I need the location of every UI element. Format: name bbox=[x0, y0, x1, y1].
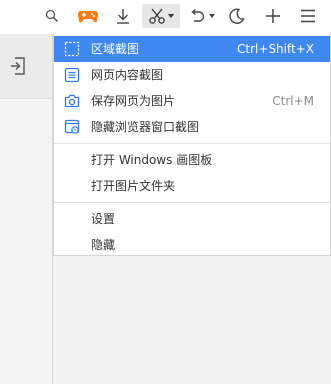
download-icon[interactable] bbox=[113, 4, 133, 28]
browser-toolbar bbox=[0, 0, 331, 34]
menu-item-label: 设置 bbox=[91, 212, 116, 226]
menu-item-save-page-as-image[interactable]: 保存网页为图片 Ctrl+M bbox=[54, 88, 330, 114]
page-content-icon bbox=[64, 67, 80, 83]
screenshot-button[interactable] bbox=[142, 4, 180, 28]
menu-item-hide-window-capture[interactable]: 隐藏浏览器窗口截图 bbox=[54, 114, 330, 140]
hidden-window-icon bbox=[64, 119, 80, 135]
plus-icon[interactable] bbox=[263, 4, 283, 28]
menu-item-settings[interactable]: 设置 bbox=[54, 206, 330, 232]
chevron-down-icon bbox=[168, 14, 174, 18]
menu-divider bbox=[54, 202, 330, 203]
menu-item-open-image-folder[interactable]: 打开图片文件夹 bbox=[54, 173, 330, 199]
exit-panel-icon[interactable] bbox=[9, 56, 29, 79]
menu-item-hide[interactable]: 隐藏 bbox=[54, 232, 330, 258]
menu-item-label: 隐藏浏览器窗口截图 bbox=[91, 120, 200, 134]
menu-item-label: 网页内容截图 bbox=[91, 68, 164, 82]
menu-item-label: 隐藏 bbox=[91, 238, 116, 252]
menu-item-label: 打开图片文件夹 bbox=[91, 179, 176, 193]
menu-item-open-paint[interactable]: 打开 Windows 画图板 bbox=[54, 147, 330, 173]
search-icon[interactable] bbox=[43, 4, 61, 28]
menu-item-region-capture[interactable]: 区域截图 Ctrl+Shift+X bbox=[54, 36, 330, 62]
menu-item-label: 打开 Windows 画图板 bbox=[91, 153, 213, 167]
undo-button[interactable] bbox=[185, 4, 217, 28]
menu-item-shortcut: Ctrl+M bbox=[272, 94, 314, 108]
screenshot-menu: 区域截图 Ctrl+Shift+X 网页内容截图 保存网页为图片 Ctrl+M … bbox=[53, 34, 331, 256]
menu-divider bbox=[54, 143, 330, 144]
menu-item-label: 区域截图 bbox=[91, 42, 140, 56]
menu-item-shortcut: Ctrl+Shift+X bbox=[237, 42, 314, 56]
region-capture-icon bbox=[64, 41, 80, 57]
menu-item-label: 保存网页为图片 bbox=[91, 94, 176, 108]
moon-icon[interactable] bbox=[227, 4, 247, 28]
game-icon[interactable] bbox=[75, 4, 101, 28]
scissors-icon bbox=[148, 7, 166, 25]
camera-icon bbox=[64, 93, 80, 109]
menu-icon[interactable] bbox=[297, 4, 319, 28]
undo-icon bbox=[188, 7, 206, 25]
menu-item-page-content-capture[interactable]: 网页内容截图 bbox=[54, 62, 330, 88]
chevron-down-icon bbox=[208, 14, 215, 18]
